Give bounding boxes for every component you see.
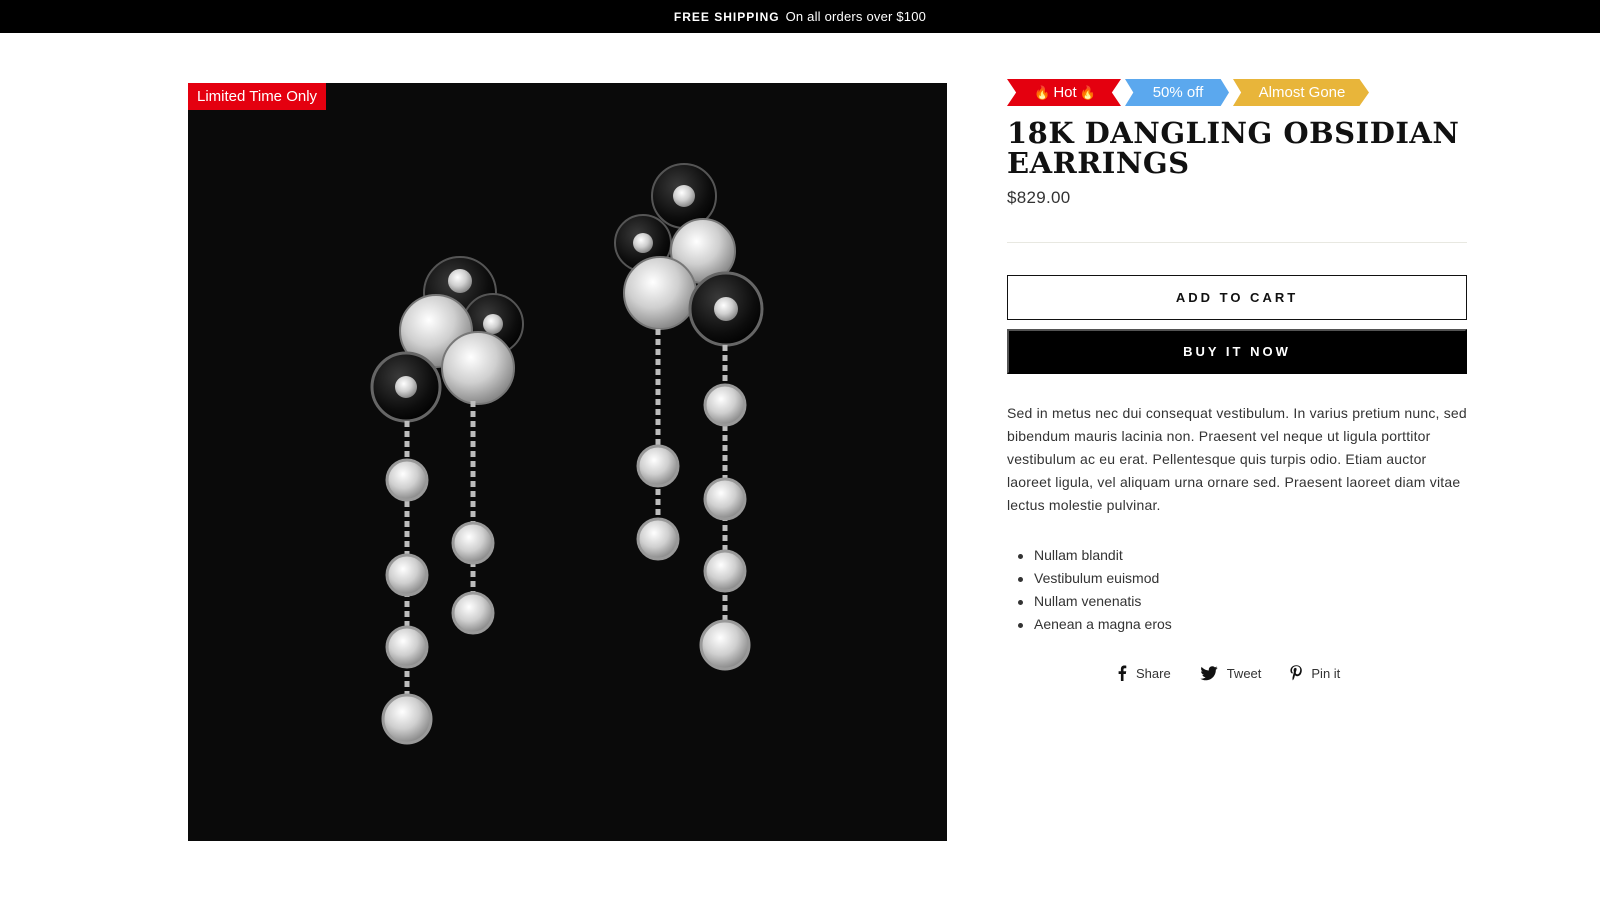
product-description: Sed in metus nec dui consequat vestibulu… (1007, 405, 1467, 513)
badge-hot: 🔥 Hot 🔥 (1007, 79, 1121, 106)
product-price: $829.00 (1007, 188, 1071, 207)
announcement-bar: FREE SHIPPING On all orders over $100 (0, 0, 1600, 33)
feature-list: Nullam blandit Vestibulum euismod Nullam… (1007, 544, 1467, 636)
product-image[interactable] (188, 83, 947, 841)
badge-hot-label: Hot (1053, 84, 1077, 101)
product-badges: 🔥 Hot 🔥 50% off Almost Gone (1007, 79, 1373, 106)
share-facebook-link[interactable]: Share (1117, 665, 1171, 681)
pinterest-icon (1290, 665, 1303, 681)
badge-discount: 50% off (1125, 79, 1229, 106)
product-title: 18K Dangling Obsidian Earrings (1007, 116, 1460, 180)
announcement-bold: FREE SHIPPING (673, 9, 780, 24)
tweet-label: Tweet (1226, 665, 1262, 681)
divider (1007, 242, 1467, 243)
twitter-icon (1200, 665, 1218, 680)
badge-almost-gone: Almost Gone (1233, 79, 1369, 106)
badge-discount-label: 50% off (1152, 84, 1204, 101)
feature-item: Vestibulum euismod (1007, 567, 1467, 590)
facebook-icon (1118, 665, 1127, 681)
share-pinterest-link[interactable]: Pin it (1290, 665, 1340, 681)
feature-item: Nullam venenatis (1007, 590, 1467, 613)
fire-icon: 🔥 (1034, 84, 1051, 100)
share-label: Share (1136, 665, 1171, 681)
add-to-cart-button[interactable]: Add to cart (1007, 275, 1467, 320)
feature-item: Nullam blandit (1007, 544, 1467, 567)
limited-time-badge: Limited Time Only (188, 83, 327, 110)
feature-item: Aenean a magna eros (1007, 613, 1467, 636)
earrings-illustration (370, 163, 764, 745)
pin-label: Pin it (1311, 665, 1341, 681)
announcement-text: On all orders over $100 (785, 9, 927, 24)
buy-now-button[interactable]: Buy it now (1007, 329, 1467, 374)
share-twitter-link[interactable]: Tweet (1200, 665, 1262, 681)
fire-icon: 🔥 (1079, 84, 1096, 100)
badge-almost-gone-label: Almost Gone (1258, 84, 1346, 101)
social-share: Share Tweet Pin it (1117, 665, 1369, 681)
